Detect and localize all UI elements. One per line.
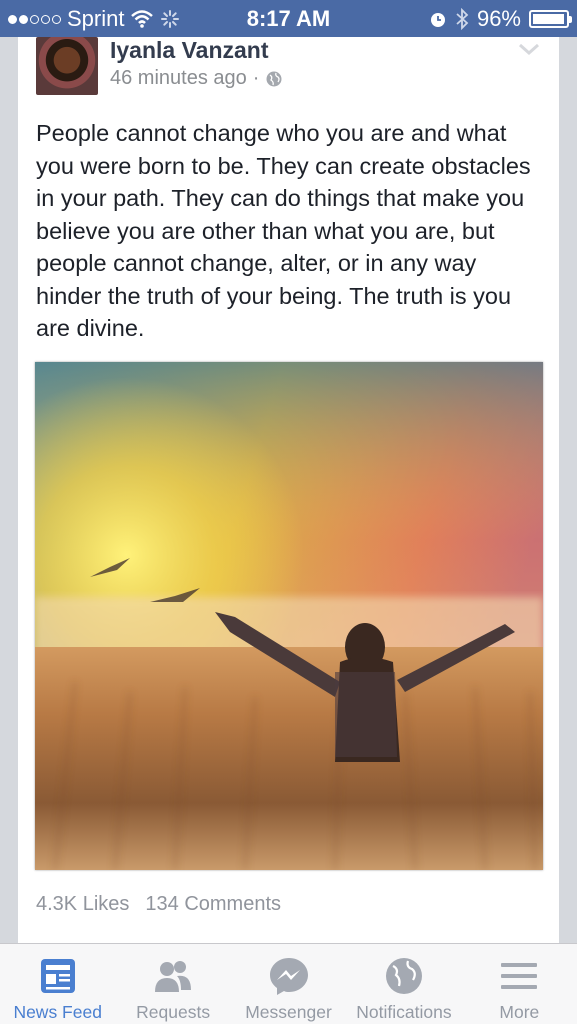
chevron-down-icon[interactable]: [517, 41, 541, 57]
likes-count[interactable]: 4.3K Likes: [36, 893, 129, 916]
photo-image: [35, 362, 543, 870]
friend-requests-icon: [155, 961, 192, 992]
tab-more[interactable]: More: [462, 944, 577, 1024]
status-right: 96%: [429, 6, 572, 32]
tab-messenger[interactable]: Messenger: [231, 944, 346, 1024]
post-stats: 4.3K Likes 134 Comments: [36, 893, 281, 916]
tab-notifications[interactable]: Notifications: [346, 944, 461, 1024]
bluetooth-icon: [456, 8, 469, 30]
post-timestamp[interactable]: 46 minutes ago: [110, 67, 247, 90]
tab-label: Messenger: [245, 1002, 332, 1022]
post-author[interactable]: Iyanla Vanzant: [110, 37, 269, 64]
meta-separator: ·: [252, 67, 260, 89]
tab-label: News Feed: [13, 1002, 102, 1022]
globe-notifications-icon: [385, 958, 422, 994]
menu-icon: [501, 963, 538, 989]
news-feed-icon: [40, 959, 75, 993]
battery-percent: 96%: [476, 6, 521, 31]
avatar[interactable]: [36, 37, 98, 95]
globe-icon: [266, 71, 282, 86]
tab-label: More: [499, 1002, 540, 1022]
alarm-clock-icon: [430, 13, 445, 27]
post-meta: 46 minutes ago ·: [110, 67, 283, 90]
tab-label: Requests: [136, 1002, 211, 1022]
messenger-icon: [269, 958, 308, 995]
status-bar: Sprint 8:17 AM 96%: [0, 0, 577, 37]
tab-requests[interactable]: Requests: [115, 944, 230, 1024]
comments-count[interactable]: 134 Comments: [145, 893, 281, 916]
post-text: People cannot change who you are and wha…: [36, 120, 531, 341]
wifi-icon: [131, 10, 154, 28]
activity-spinner-icon: [161, 10, 180, 28]
tab-label: Notifications: [356, 1002, 452, 1022]
battery-level: [533, 14, 564, 24]
post-card: Iyanla Vanzant 46 minutes ago · People c…: [18, 37, 559, 943]
tab-news-feed[interactable]: News Feed: [0, 944, 115, 1024]
tab-bar: News Feed Requests Messenger Notificatio…: [0, 943, 577, 1024]
carrier-label: Sprint: [67, 6, 125, 31]
signal-strength-icon: [8, 14, 61, 24]
status-left: Sprint: [8, 6, 180, 32]
battery-icon: [529, 10, 572, 28]
post-photo[interactable]: [35, 362, 543, 870]
